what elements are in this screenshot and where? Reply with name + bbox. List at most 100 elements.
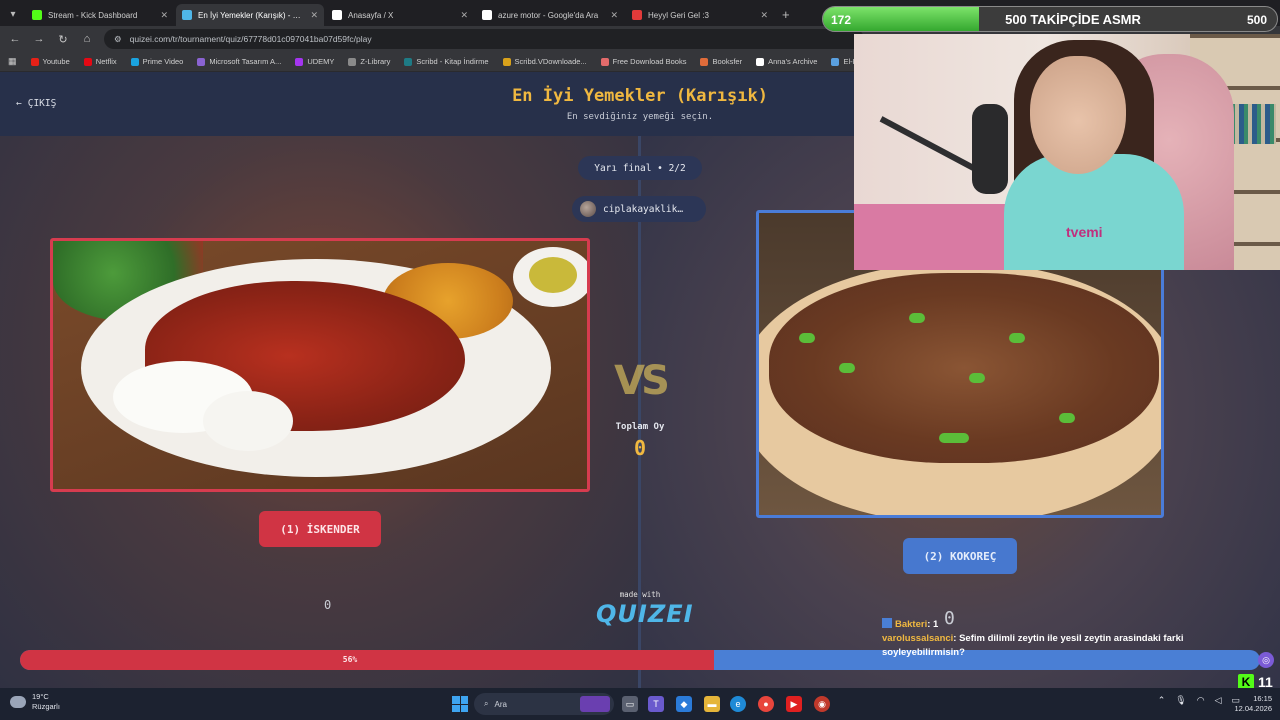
browser-tab[interactable]: azure motor - Google'da Ara ✕	[476, 4, 624, 26]
green-pepper	[939, 433, 969, 443]
green-pepper	[909, 313, 925, 323]
choose-kokorec-button[interactable]: (2) KOKOREÇ	[903, 538, 1017, 574]
streamer-face	[1030, 56, 1126, 174]
green-pepper	[1059, 413, 1075, 423]
bookmark-label: UDEMY	[307, 57, 335, 66]
teams-icon[interactable]: T	[648, 696, 664, 712]
vs-icon: VS	[614, 358, 670, 404]
system-tray: ⌃ 🎙 ◠ ◁ ▭	[1158, 695, 1240, 706]
bookmark-label: Youtube	[42, 57, 70, 66]
close-tab-icon[interactable]: ✕	[460, 10, 468, 21]
file-explorer-icon[interactable]: ▬	[704, 696, 720, 712]
weather-widget[interactable]: 19°C Rüzgarlı	[10, 692, 60, 712]
clock[interactable]: 16:15 12.04.2026	[1234, 694, 1272, 714]
choose-iskender-button[interactable]: (1) İSKENDER	[259, 511, 381, 547]
address-url: quizei.com/tr/tournament/quiz/67778d01c0…	[129, 34, 372, 44]
green-pepper	[799, 333, 815, 343]
clock-date: 12.04.2026	[1234, 704, 1272, 713]
chat-username: varolussalsanci	[882, 633, 954, 644]
apps-icon[interactable]: ▦	[8, 56, 17, 67]
task-view-icon[interactable]: ▭	[622, 696, 638, 712]
address-bar[interactable]: ⚙ quizei.com/tr/tournament/quiz/67778d01…	[104, 29, 864, 49]
choice-image-left[interactable]	[50, 238, 590, 492]
bookmark-item[interactable]: Free Download Books	[600, 57, 687, 66]
bookmark-item[interactable]: Netflix	[83, 57, 117, 66]
pickled-pepper	[529, 257, 577, 293]
creator-badge[interactable]: ciplakayaklik…	[572, 196, 706, 222]
bookmark-item[interactable]: Scribd.VDownloade...	[502, 57, 587, 66]
avatar	[580, 201, 596, 217]
edge-icon[interactable]: e	[730, 696, 746, 712]
quizei-icon	[182, 10, 192, 20]
search-highlight-icon[interactable]	[580, 696, 610, 712]
made-with-label: made with	[619, 590, 661, 599]
bookmark-label: Scribd - Kitap İndirme	[416, 57, 489, 66]
bookmark-label: Microsoft Tasarım A...	[209, 57, 282, 66]
bookmark-favicon-icon	[502, 57, 511, 66]
close-tab-icon[interactable]: ✕	[610, 10, 618, 21]
microphone	[972, 104, 1008, 194]
browser-tab[interactable]: Heyyl Geri Gel :3 ✕	[626, 4, 774, 26]
bookmark-item[interactable]: Microsoft Tasarım A...	[197, 57, 281, 66]
close-tab-icon[interactable]: ✕	[760, 10, 768, 21]
bookmark-label: Free Download Books	[612, 57, 687, 66]
bookmark-item[interactable]: Youtube	[30, 57, 70, 66]
chat-overlay: Bakteri: 1 varolussalsanci: Sefim dilimli…	[882, 618, 1242, 660]
weather-desc: Rüzgarlı	[32, 702, 60, 711]
follower-goal-bar: 172 500 TAKİPÇİDE ASMR 500	[822, 6, 1278, 32]
bookmark-item[interactable]: Prime Video	[130, 57, 184, 66]
bookmark-label: Anna's Archive	[768, 57, 818, 66]
microphone-icon[interactable]: 🎙	[1175, 695, 1186, 706]
bookmark-favicon-icon	[756, 57, 765, 66]
exit-button[interactable]: ← ÇIKIŞ	[16, 98, 56, 109]
chevron-up-icon[interactable]: ⌃	[1158, 695, 1166, 706]
close-tab-icon[interactable]: ✕	[310, 10, 318, 21]
follower-goal-target: 500	[1246, 13, 1267, 27]
x-icon	[332, 10, 342, 20]
vote-progress-label: 56%	[342, 655, 358, 664]
close-tab-icon[interactable]: ✕	[160, 10, 168, 21]
site-info-icon[interactable]: ⚙	[114, 34, 122, 45]
new-tab-button[interactable]: +	[782, 7, 790, 22]
clock-time: 16:15	[1253, 694, 1272, 703]
home-icon[interactable]: ⌂	[80, 33, 94, 45]
bookmark-item[interactable]: Z-Library	[348, 57, 390, 66]
round-badge: Yarı final • 2/2	[578, 156, 702, 180]
green-pepper	[969, 373, 985, 383]
browser-tab[interactable]: Anasayfa / X ✕	[326, 4, 474, 26]
obs-icon[interactable]: ◉	[814, 696, 830, 712]
chat-message: varolussalsanci: Sefim dilimli zeytin il…	[882, 632, 1242, 660]
reload-icon[interactable]: ↻	[56, 33, 70, 46]
bookmark-favicon-icon	[348, 57, 357, 66]
browser-tab[interactable]: En İyi Yemekler (Karışık) - Tier Lis... ✕	[176, 4, 324, 26]
youtube-icon[interactable]: ▶	[786, 696, 802, 712]
browser-tab[interactable]: Stream - Kick Dashboard ✕	[26, 4, 174, 26]
wifi-icon[interactable]: ◠	[1197, 695, 1205, 706]
tab-search-icon[interactable]: ▾	[4, 5, 22, 23]
bookmark-favicon-icon	[130, 57, 139, 66]
volume-icon[interactable]: ◁	[1215, 695, 1222, 706]
taskbar: 19°C Rüzgarlı ⌕ Ara ▭ T ◆ ▬ e ● ▶ ◉ ⌃ 🎙 …	[0, 688, 1280, 720]
total-votes-count: 0	[633, 436, 647, 460]
weather-temp: 19°C	[32, 692, 49, 701]
chat-username: Bakteri	[895, 619, 928, 630]
forward-icon[interactable]: →	[32, 33, 46, 45]
google-icon	[482, 10, 492, 20]
bookmark-label: Prime Video	[142, 57, 184, 66]
follower-goal-text: 500 TAKİPÇİDE ASMR	[1005, 12, 1141, 27]
globe-icon: ◎	[1258, 652, 1274, 668]
back-icon[interactable]: ←	[8, 33, 22, 45]
bookmark-item[interactable]: Booksfer	[700, 57, 742, 66]
chrome-icon[interactable]: ●	[758, 696, 774, 712]
copilot-icon[interactable]: ◆	[676, 696, 692, 712]
search-icon: ⌕	[484, 699, 489, 708]
browser-tab-label: En İyi Yemekler (Karışık) - Tier Lis...	[198, 10, 304, 20]
chat-message: Bakteri: 1	[882, 618, 1242, 632]
green-pepper	[1009, 333, 1025, 343]
bookmark-item[interactable]: Anna's Archive	[756, 57, 817, 66]
quizei-logo[interactable]: QUIZEI	[596, 600, 693, 628]
bookmark-item[interactable]: Scribd - Kitap İndirme	[404, 57, 489, 66]
bookmark-favicon-icon	[831, 57, 840, 66]
bookmark-item[interactable]: UDEMY	[295, 57, 334, 66]
windows-start-icon[interactable]	[452, 696, 468, 712]
